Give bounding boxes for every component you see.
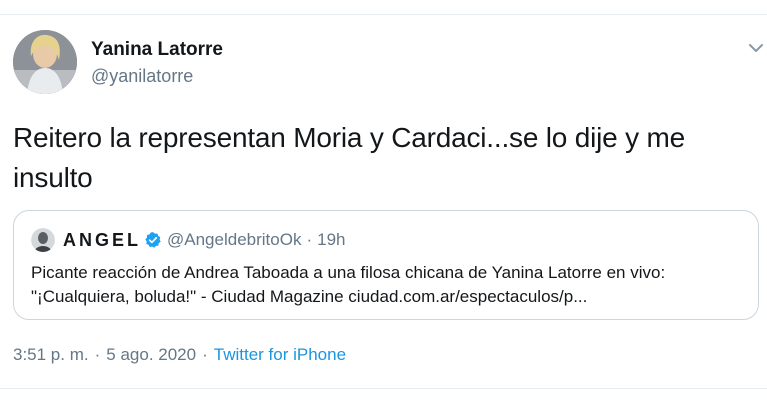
chevron-down-icon[interactable] <box>748 40 764 56</box>
tweet-metadata: 3:51 p. m. · 5 ago. 2020 · Twitter for iPhon… <box>13 345 346 365</box>
avatar-photo-icon <box>13 30 77 94</box>
avatar-photo-icon <box>31 228 55 252</box>
top-divider <box>0 14 767 15</box>
bottom-divider <box>0 388 767 389</box>
quoted-tweet-time[interactable]: 19h <box>317 230 345 250</box>
quoted-tweet-card[interactable]: ANGEL @AngeldebritoOk · 19h Picante reac… <box>13 210 759 320</box>
separator-dot: · <box>202 345 208 364</box>
tweet-date[interactable]: 5 ago. 2020 <box>106 345 196 364</box>
quoted-tweet-header: ANGEL @AngeldebritoOk · 19h <box>31 227 346 253</box>
verified-badge-icon <box>144 231 162 249</box>
author-name[interactable]: Yanina Latorre <box>91 38 223 62</box>
separator-dot: · <box>94 345 101 364</box>
quoted-tweet-text: Picante reacción de Andrea Taboada a una… <box>31 263 666 306</box>
quoted-author-avatar <box>31 228 55 252</box>
tweet-source-link[interactable]: Twitter for iPhone <box>214 345 346 364</box>
tweet-time[interactable]: 3:51 p. m. <box>13 345 89 364</box>
author-handle[interactable]: @yanilatorre <box>91 64 223 88</box>
quoted-author-name: ANGEL <box>63 229 141 250</box>
tweet-text: Reitero la representan Moria y Cardaci..… <box>13 122 685 193</box>
quoted-author-handle: @AngeldebritoOk <box>167 230 302 249</box>
separator-dot: · <box>306 230 313 249</box>
author-avatar[interactable] <box>13 30 77 94</box>
